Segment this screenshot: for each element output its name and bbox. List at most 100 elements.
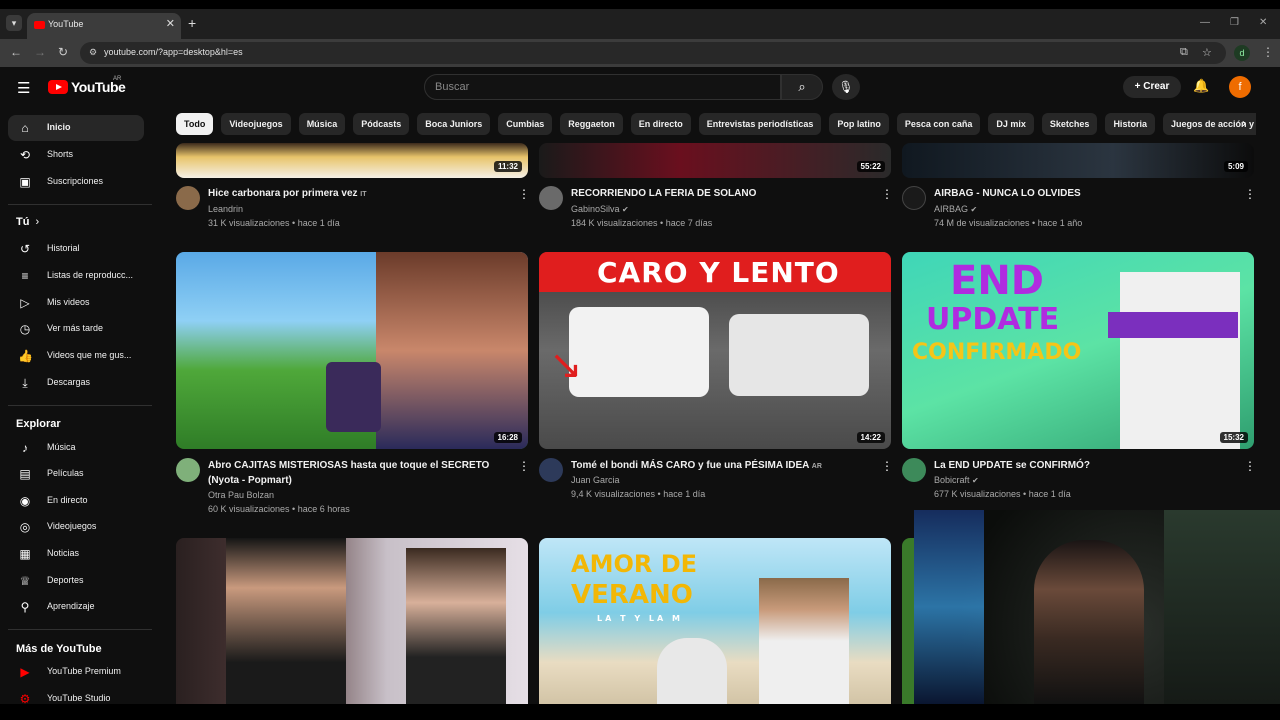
chip-sketches[interactable]: Sketches	[1041, 113, 1098, 135]
channel-avatar[interactable]	[902, 458, 926, 482]
search-button[interactable]: ⌕	[781, 74, 823, 100]
channel-avatar[interactable]	[176, 458, 200, 482]
sidebar-item-shorts[interactable]: ⟲ Shorts	[8, 142, 144, 168]
chip-pop-latino[interactable]: Pop latino	[829, 113, 889, 135]
sidebar-item-ver-mas-tarde[interactable]: ◷ Ver más tarde	[8, 316, 144, 342]
duration-badge: 16:28	[493, 432, 522, 443]
channel-name[interactable]: AIRBAG ✔	[934, 204, 977, 214]
more-options-icon[interactable]: ⋮	[518, 459, 530, 473]
divider	[8, 405, 152, 406]
webcam-light	[914, 510, 984, 704]
forward-icon[interactable]: →	[34, 45, 46, 59]
reload-icon[interactable]: ↻	[58, 45, 68, 59]
video-title[interactable]: La END UPDATE se CONFIRMÓ?	[934, 458, 1234, 473]
sidebar-header-tu[interactable]: Tú ›	[16, 216, 39, 228]
channel-name[interactable]: Bobicraft ✔	[934, 475, 979, 485]
channel-avatar[interactable]	[539, 458, 563, 482]
browser-profile-icon[interactable]: d	[1234, 45, 1250, 61]
sidebar-item-listas[interactable]: ≡ Listas de reproducc...	[8, 263, 144, 289]
sidebar-item-deportes[interactable]: ♕ Deportes	[8, 568, 144, 594]
video-thumbnail[interactable]	[176, 538, 528, 704]
sidebar-item-inicio[interactable]: ⌂ Inicio	[8, 115, 144, 141]
chip-podcasts[interactable]: Pódcasts	[353, 113, 410, 135]
sidebar-item-aprendizaje[interactable]: ⚲ Aprendizaje	[8, 594, 144, 620]
thumbnail-toy-box	[326, 362, 381, 432]
chip-todo[interactable]: Todo	[176, 113, 214, 135]
thumbnail-text-update: UPDATE	[926, 302, 1060, 337]
avatar[interactable]: f	[1229, 76, 1251, 98]
channel-avatar[interactable]	[902, 186, 926, 210]
video-meta: 677 K visualizaciones • hace 1 día	[934, 489, 1071, 499]
install-app-icon[interactable]: ⧉	[1180, 46, 1188, 59]
sidebar-item-peliculas[interactable]: ▤ Películas	[8, 461, 144, 487]
sidebar-item-musica[interactable]: ♪ Música	[8, 435, 144, 461]
close-window-icon[interactable]: ✕	[1259, 17, 1267, 28]
sidebar-item-noticias[interactable]: ▦ Noticias	[8, 541, 144, 567]
channel-name[interactable]: GabinoSilva ✔	[571, 204, 629, 214]
sidebar-item-youtube-premium[interactable]: ▶ YouTube Premium	[8, 659, 144, 685]
browser-tab[interactable]: YouTube ✕	[27, 13, 181, 39]
restore-icon[interactable]: ❐	[1230, 17, 1239, 28]
chip-boca-juniors[interactable]: Boca Juniors	[417, 113, 491, 135]
video-thumbnail[interactable]: 55:22	[539, 143, 891, 178]
video-thumbnail[interactable]: 5:09	[902, 143, 1254, 178]
download-icon: ⤓	[22, 376, 28, 390]
channel-avatar[interactable]	[539, 186, 563, 210]
video-thumbnail[interactable]: CARO Y LENTO ↘ 14:22	[539, 252, 891, 449]
chevron-right-icon[interactable]: ›	[1242, 116, 1246, 130]
more-options-icon[interactable]: ⋮	[881, 459, 893, 473]
menu-icon[interactable]: ☰	[17, 79, 30, 97]
browser-menu-icon[interactable]: ⋮	[1262, 45, 1274, 59]
thumbnail-bus	[729, 314, 869, 396]
sidebar-item-descargas[interactable]: ⤓ Descargas	[8, 370, 144, 396]
divider	[8, 204, 152, 205]
chip-pesca[interactable]: Pesca con caña	[896, 113, 981, 135]
video-title[interactable]: AIRBAG - NUNCA LO OLVIDES	[934, 186, 1234, 201]
sidebar-item-videojuegos[interactable]: ◎ Videojuegos	[8, 514, 144, 540]
video-thumbnail[interactable]: END UPDATE CONFIRMADO 15:32	[902, 252, 1254, 449]
chip-musica[interactable]: Música	[298, 113, 346, 135]
video-thumbnail[interactable]: AMOR DE VERANO LA T Y LA M	[539, 538, 891, 704]
video-title[interactable]: Tomé el bondi MÁS CARO y fue una PÉSIMA …	[571, 458, 871, 474]
video-thumbnail[interactable]: 16:28	[176, 252, 528, 449]
video-thumbnail[interactable]: 11:32	[176, 143, 528, 178]
chip-entrevistas[interactable]: Entrevistas periodísticas	[698, 113, 822, 135]
new-tab-icon[interactable]: +	[188, 15, 196, 31]
sidebar-item-suscripciones[interactable]: ▣ Suscripciones	[8, 169, 144, 195]
voice-search-button[interactable]: 🎙	[832, 74, 860, 100]
microphone-icon: 🎙	[838, 80, 854, 94]
search-input[interactable]: Buscar	[424, 74, 781, 100]
chip-dj-mix[interactable]: DJ mix	[988, 113, 1034, 135]
back-icon[interactable]: ←	[10, 45, 22, 59]
video-title[interactable]: Hice carbonara por primera vez IT	[208, 186, 508, 202]
sidebar-item-historial[interactable]: ↺ Historial	[8, 236, 144, 262]
more-options-icon[interactable]: ⋮	[1244, 187, 1256, 201]
video-title[interactable]: RECORRIENDO LA FERIA DE SOLANO	[571, 186, 871, 201]
channel-name[interactable]: Juan Garcia	[571, 475, 620, 485]
chip-historia[interactable]: Historia	[1105, 113, 1155, 135]
bookmark-star-icon[interactable]: ☆	[1202, 46, 1212, 59]
channel-name[interactable]: Otra Pau Bolzan	[208, 490, 274, 500]
chip-videojuegos[interactable]: Videojuegos	[221, 113, 291, 135]
more-options-icon[interactable]: ⋮	[881, 187, 893, 201]
chip-reggaeton[interactable]: Reggaeton	[560, 113, 623, 135]
sidebar-item-label: Noticias	[47, 548, 80, 558]
create-button[interactable]: + Crear	[1123, 76, 1181, 98]
address-bar[interactable]: ⚙ youtube.com/?app=desktop&hl=es ⧉ ☆	[80, 42, 1226, 64]
sidebar-item-videos-me-gustan[interactable]: 👍 Videos que me gus...	[8, 343, 144, 369]
sidebar-item-en-directo[interactable]: ◉ En directo	[8, 488, 144, 514]
close-tab-icon[interactable]: ✕	[166, 17, 175, 30]
tab-search-icon[interactable]: ▾	[6, 15, 22, 31]
chip-en-directo[interactable]: En directo	[630, 113, 691, 135]
more-options-icon[interactable]: ⋮	[518, 187, 530, 201]
site-info-icon[interactable]: ⚙	[87, 47, 99, 59]
more-options-icon[interactable]: ⋮	[1244, 459, 1256, 473]
channel-avatar[interactable]	[176, 186, 200, 210]
channel-name[interactable]: Leandrin	[208, 204, 243, 214]
video-title[interactable]: Abro CAJITAS MISTERIOSAS hasta que toque…	[208, 458, 508, 488]
sidebar-item-mis-videos[interactable]: ▷ Mis videos	[8, 290, 144, 316]
chip-cumbias[interactable]: Cumbias	[498, 113, 553, 135]
minimize-icon[interactable]: —	[1200, 17, 1210, 28]
notifications-bell-icon[interactable]: 🔔	[1193, 78, 1209, 94]
sidebar-item-label: Música	[47, 442, 76, 452]
